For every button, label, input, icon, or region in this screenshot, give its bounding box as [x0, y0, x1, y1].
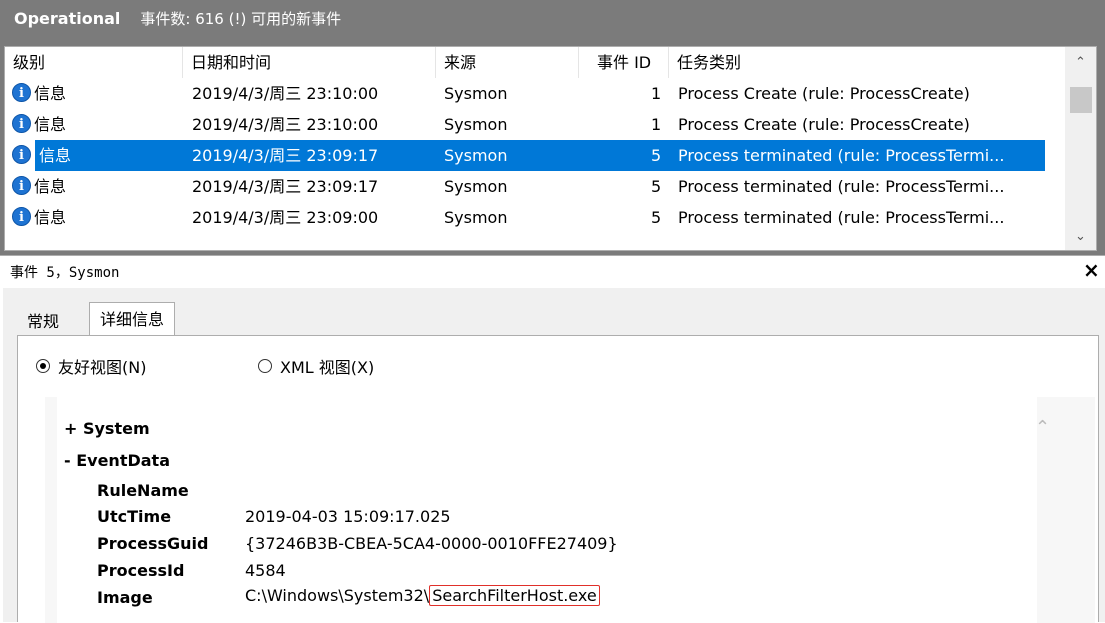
- event-id-cell: 5: [651, 177, 662, 196]
- source-cell: Sysmon: [444, 115, 508, 134]
- table-row[interactable]: i 信息 2019/4/3/周三 23:10:00 Sysmon 1 Proce…: [5, 109, 1065, 140]
- table-row[interactable]: i 信息 2019/4/3/周三 23:09:00 Sysmon 5 Proce…: [5, 202, 1065, 233]
- radio-xml-view[interactable]: XML 视图(X): [258, 354, 374, 378]
- detail-pane: 常规 详细信息 友好视图(N) XML 视图(X) ⌃ + System - E…: [3, 288, 1105, 623]
- column-datetime[interactable]: 日期和时间: [185, 47, 435, 78]
- datetime-cell: 2019/4/3/周三 23:09:00: [192, 208, 379, 227]
- column-header: 级别 日期和时间 来源 事件 ID 任务类别: [5, 47, 1065, 78]
- task-cell: Process terminated (rule: ProcessTermi..…: [678, 177, 1005, 196]
- event-list-frame: 级别 日期和时间 来源 事件 ID 任务类别 i 信息 2019/4/3/周三 …: [0, 37, 1105, 255]
- tree-node-eventdata[interactable]: - EventData: [64, 451, 170, 470]
- datetime-cell: 2019/4/3/周三 23:09:17: [192, 177, 379, 196]
- field-key: RuleName: [97, 481, 189, 500]
- radio-checked-icon[interactable]: [36, 359, 50, 373]
- tab-details[interactable]: 详细信息: [89, 302, 176, 336]
- datetime-cell: 2019/4/3/周三 23:09:17: [192, 146, 379, 165]
- table-row[interactable]: i 信息 2019/4/3/周三 23:10:00 Sysmon 1 Proce…: [5, 78, 1065, 109]
- task-cell: Process Create (rule: ProcessCreate): [678, 84, 970, 103]
- level-cell: 信息: [34, 177, 67, 196]
- highlighted-filename: SearchFilterHost.exe: [429, 585, 600, 606]
- event-id-cell: 1: [651, 115, 662, 134]
- event-id-cell: 5: [651, 146, 662, 165]
- source-cell: Sysmon: [444, 177, 508, 196]
- field-key: UtcTime: [97, 507, 172, 526]
- task-cell: Process terminated (rule: ProcessTermi..…: [678, 208, 1005, 227]
- scroll-thumb[interactable]: [1070, 87, 1092, 113]
- radio-friendly-label: 友好视图(N): [58, 358, 147, 377]
- table-row[interactable]: i 信息 2019/4/3/周三 23:09:17 Sysmon 5 Proce…: [5, 171, 1065, 202]
- detail-title-bar: 事件 5，Sysmon ×: [0, 255, 1105, 288]
- task-cell: Process Create (rule: ProcessCreate): [678, 115, 970, 134]
- event-id-cell: 5: [651, 208, 662, 227]
- field-key: ProcessGuid: [97, 534, 209, 553]
- field-value: 4584: [245, 561, 286, 580]
- event-list[interactable]: 级别 日期和时间 来源 事件 ID 任务类别 i 信息 2019/4/3/周三 …: [4, 46, 1097, 251]
- chevron-up-icon[interactable]: ⌃: [1035, 417, 1050, 438]
- log-name: Operational: [14, 9, 121, 28]
- source-cell: Sysmon: [444, 84, 508, 103]
- column-task-category[interactable]: 任务类别: [671, 47, 1061, 78]
- info-icon: i: [12, 114, 31, 133]
- radio-xml-label: XML 视图(X): [280, 358, 375, 377]
- column-level[interactable]: 级别: [7, 47, 181, 78]
- column-event-id[interactable]: 事件 ID: [591, 47, 671, 78]
- scroll-down-icon[interactable]: ⌄: [1075, 229, 1086, 244]
- log-header-bar: Operational 事件数: 616 (!) 可用的新事件: [0, 0, 1105, 37]
- level-cell: 信息: [34, 115, 67, 134]
- info-icon: i: [12, 207, 31, 226]
- info-icon: i: [12, 145, 31, 164]
- source-cell: Sysmon: [444, 146, 508, 165]
- event-id-cell: 1: [651, 84, 662, 103]
- list-scrollbar[interactable]: ⌃ ⌄: [1065, 47, 1096, 250]
- friendly-view-content: ⌃ + System - EventData RuleName UtcTime …: [45, 397, 1095, 623]
- source-cell: Sysmon: [444, 208, 508, 227]
- level-cell: 信息: [34, 208, 67, 227]
- task-cell: Process terminated (rule: ProcessTermi..…: [678, 146, 1005, 165]
- level-cell: 信息: [39, 146, 72, 165]
- field-key: ProcessId: [97, 561, 185, 580]
- image-path-prefix: C:\Windows\System32\: [245, 586, 430, 605]
- field-value: {37246B3B-CBEA-5CA4-0000-0010FFE27409}: [245, 534, 618, 553]
- column-source[interactable]: 来源: [438, 47, 578, 78]
- datetime-cell: 2019/4/3/周三 23:10:00: [192, 84, 379, 103]
- field-key: Image: [97, 588, 153, 607]
- details-panel: 友好视图(N) XML 视图(X) ⌃ + System - EventData…: [17, 335, 1099, 623]
- info-icon: i: [12, 176, 31, 195]
- tree-node-system[interactable]: + System: [64, 419, 150, 438]
- close-icon[interactable]: ×: [1083, 258, 1100, 282]
- radio-unchecked-icon[interactable]: [258, 359, 272, 373]
- radio-friendly-view[interactable]: 友好视图(N): [36, 354, 146, 378]
- field-value: 2019-04-03 15:09:17.025: [245, 507, 451, 526]
- table-row-selected[interactable]: i 信息 2019/4/3/周三 23:09:17 Sysmon 5 Proce…: [5, 140, 1065, 171]
- tab-general[interactable]: 常规: [17, 308, 69, 336]
- event-count: 事件数: 616 (!) 可用的新事件: [140, 10, 342, 28]
- info-icon: i: [12, 83, 31, 102]
- field-value-image: C:\Windows\System32\ SearchFilterHost.exe: [245, 585, 600, 606]
- datetime-cell: 2019/4/3/周三 23:10:00: [192, 115, 379, 134]
- level-cell: 信息: [34, 84, 67, 103]
- detail-title: 事件 5，Sysmon: [10, 265, 120, 281]
- scroll-up-icon[interactable]: ⌃: [1075, 55, 1086, 70]
